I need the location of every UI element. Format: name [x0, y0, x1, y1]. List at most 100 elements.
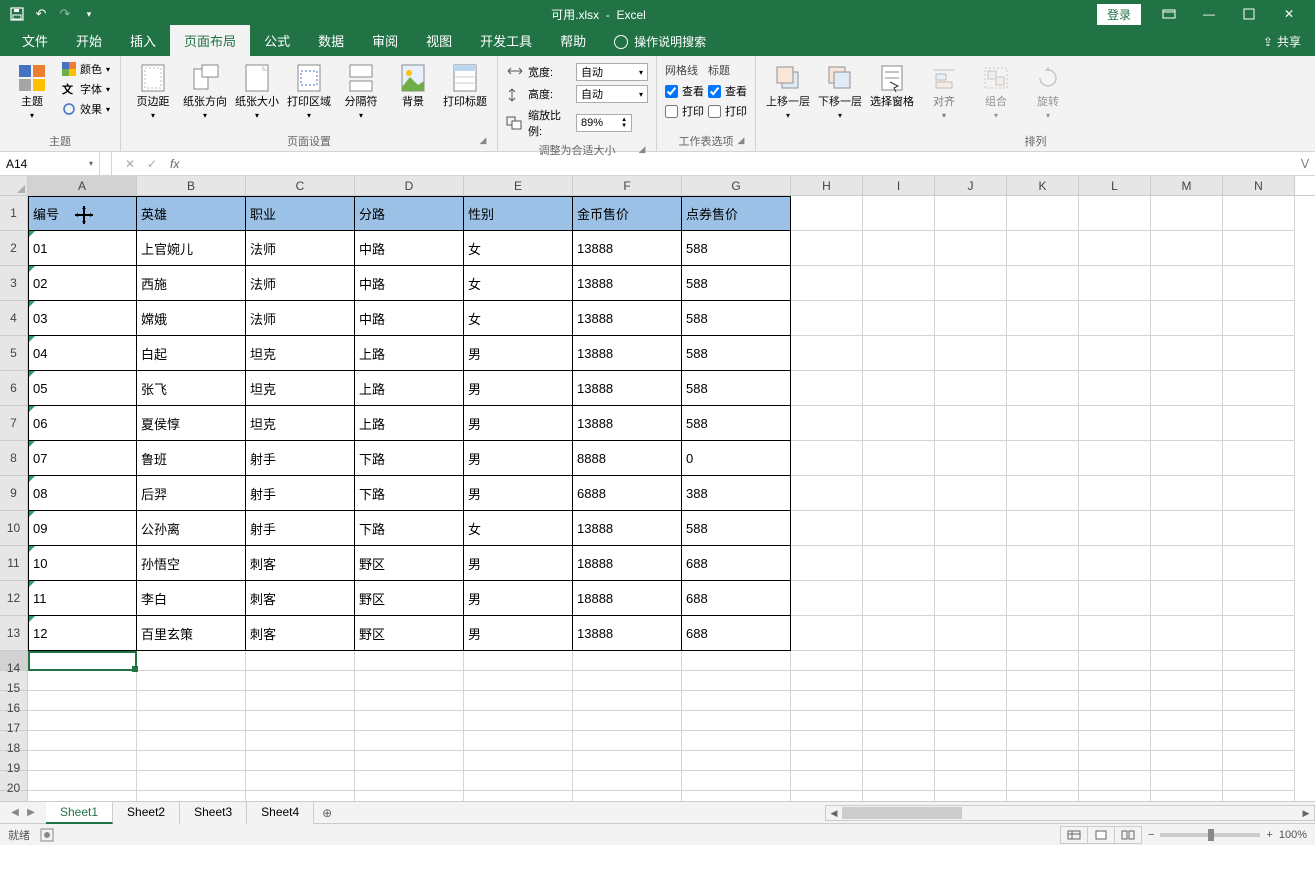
cell[interactable] — [1223, 651, 1295, 671]
rotate-button[interactable]: 旋转▾ — [1024, 60, 1072, 124]
cell[interactable] — [1007, 441, 1079, 476]
cell[interactable] — [137, 791, 246, 801]
cell[interactable] — [863, 441, 935, 476]
cell[interactable] — [355, 731, 464, 751]
cell[interactable] — [1079, 511, 1151, 546]
cell[interactable]: 刺客 — [246, 581, 355, 616]
width-combo[interactable]: 自动▾ — [576, 63, 648, 81]
cell[interactable]: 后羿 — [137, 476, 246, 511]
dialog-launcher-icon[interactable]: ◢ — [735, 135, 747, 147]
cell[interactable] — [1151, 196, 1223, 231]
cell[interactable] — [791, 371, 863, 406]
cell[interactable]: 男 — [464, 476, 573, 511]
row-header[interactable]: 16 — [0, 691, 28, 711]
cell[interactable] — [791, 441, 863, 476]
cell[interactable] — [1007, 371, 1079, 406]
cell[interactable]: 11 — [28, 581, 137, 616]
column-header[interactable]: H — [791, 176, 863, 195]
cell[interactable]: 588 — [682, 371, 791, 406]
cell[interactable] — [246, 771, 355, 791]
cell[interactable] — [1079, 301, 1151, 336]
cell[interactable] — [791, 791, 863, 801]
cell[interactable] — [137, 731, 246, 751]
cell[interactable]: 百里玄策 — [137, 616, 246, 651]
cell[interactable] — [791, 771, 863, 791]
cell[interactable] — [863, 691, 935, 711]
cell[interactable] — [1007, 791, 1079, 801]
cell[interactable] — [1079, 336, 1151, 371]
cell[interactable]: 8888 — [573, 441, 682, 476]
cell[interactable] — [464, 671, 573, 691]
cell[interactable] — [1223, 406, 1295, 441]
cell[interactable]: 男 — [464, 546, 573, 581]
fx-icon[interactable]: fx — [170, 157, 185, 171]
cell[interactable] — [791, 731, 863, 751]
share-button[interactable]: ⇪共享 — [1249, 27, 1315, 56]
cell[interactable] — [791, 511, 863, 546]
cell[interactable]: 李白 — [137, 581, 246, 616]
cell[interactable] — [863, 546, 935, 581]
cell[interactable] — [464, 711, 573, 731]
cell[interactable] — [791, 546, 863, 581]
cell[interactable] — [1079, 771, 1151, 791]
cell[interactable] — [1151, 581, 1223, 616]
cell[interactable] — [863, 711, 935, 731]
row-header[interactable]: 3 — [0, 266, 28, 301]
row-header[interactable]: 11 — [0, 546, 28, 581]
cell[interactable]: 上路 — [355, 336, 464, 371]
cell[interactable] — [573, 731, 682, 751]
cell[interactable] — [355, 691, 464, 711]
cell[interactable] — [573, 691, 682, 711]
cell[interactable] — [1007, 336, 1079, 371]
cell[interactable] — [355, 711, 464, 731]
cell[interactable] — [1151, 791, 1223, 801]
cell[interactable] — [1079, 266, 1151, 301]
tab-formulas[interactable]: 公式 — [250, 25, 304, 56]
breaks-button[interactable]: 分隔符▾ — [337, 60, 385, 124]
row-header[interactable]: 21 — [0, 791, 28, 801]
cell[interactable] — [1079, 196, 1151, 231]
tab-pagelayout[interactable]: 页面布局 — [170, 25, 250, 56]
cell[interactable]: 388 — [682, 476, 791, 511]
row-header[interactable]: 20 — [0, 771, 28, 791]
cell[interactable]: 06 — [28, 406, 137, 441]
cell[interactable] — [464, 731, 573, 751]
cell[interactable] — [863, 671, 935, 691]
size-button[interactable]: 纸张大小▾ — [233, 60, 281, 124]
cell[interactable] — [28, 791, 137, 801]
row-header[interactable]: 14 — [0, 651, 28, 671]
cell[interactable]: 10 — [28, 546, 137, 581]
cell[interactable] — [935, 266, 1007, 301]
cell[interactable] — [1151, 406, 1223, 441]
cell[interactable] — [863, 751, 935, 771]
cell[interactable] — [1223, 731, 1295, 751]
cell[interactable] — [935, 751, 1007, 771]
close-icon[interactable]: ✕ — [1269, 0, 1309, 28]
height-combo[interactable]: 自动▾ — [576, 85, 648, 103]
cell[interactable] — [1151, 691, 1223, 711]
cell[interactable] — [935, 441, 1007, 476]
cell[interactable] — [1151, 616, 1223, 651]
cell[interactable]: 张飞 — [137, 371, 246, 406]
cell[interactable] — [863, 336, 935, 371]
cell[interactable]: 588 — [682, 336, 791, 371]
cell[interactable] — [682, 751, 791, 771]
undo-icon[interactable]: ↶ — [30, 3, 52, 25]
cell[interactable] — [791, 266, 863, 301]
cell[interactable] — [1223, 196, 1295, 231]
cell[interactable]: 18888 — [573, 581, 682, 616]
cell[interactable]: 点券售价 — [682, 196, 791, 231]
cell[interactable] — [28, 651, 137, 671]
cell[interactable] — [1079, 751, 1151, 771]
cell[interactable] — [28, 671, 137, 691]
expand-formula-bar-icon[interactable]: ⋁ — [1295, 158, 1315, 169]
orientation-button[interactable]: 纸张方向▾ — [181, 60, 229, 124]
cell[interactable]: 男 — [464, 441, 573, 476]
cell[interactable] — [464, 691, 573, 711]
cell[interactable] — [791, 616, 863, 651]
cell[interactable]: 男 — [464, 336, 573, 371]
cell[interactable]: 性别 — [464, 196, 573, 231]
row-header[interactable]: 18 — [0, 731, 28, 751]
cell[interactable]: 刺客 — [246, 546, 355, 581]
cell[interactable] — [1223, 751, 1295, 771]
